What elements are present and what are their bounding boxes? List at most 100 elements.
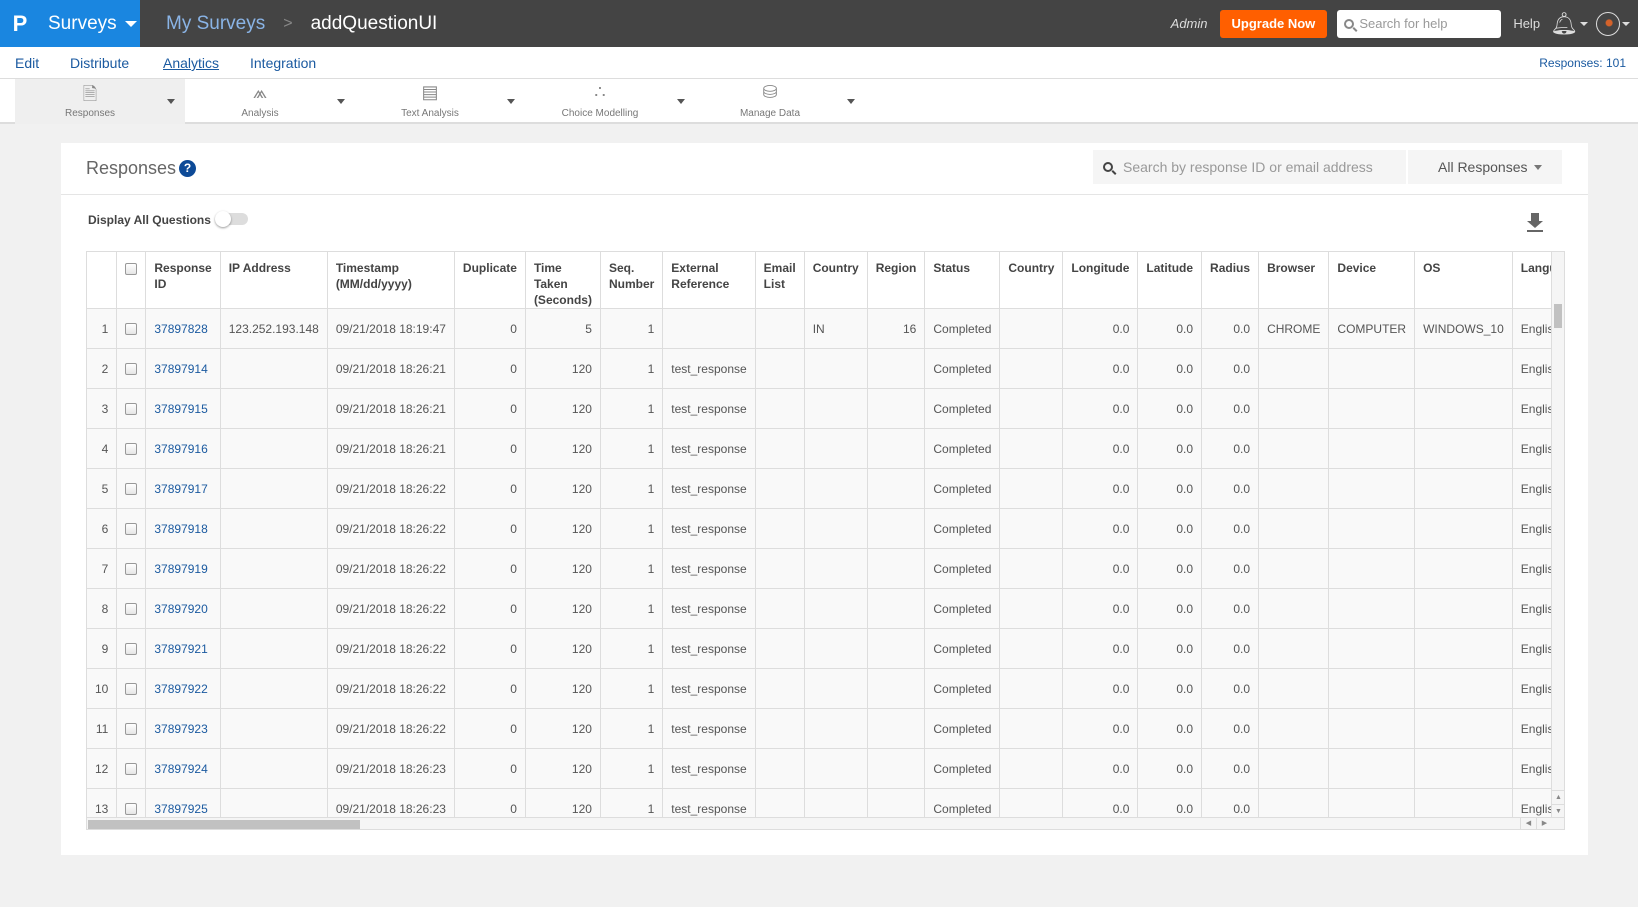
table-row[interactable]: 1 37897828 123.252.193.148 09/21/2018 18:19…: [87, 308, 1564, 349]
column-header[interactable]: Timestamp (MM/dd/yyyy): [327, 252, 455, 309]
column-header[interactable]: Seq. Number: [600, 252, 664, 309]
tab-edit[interactable]: Edit: [15, 55, 39, 71]
row-checkbox[interactable]: [125, 403, 138, 416]
profile-caret-icon[interactable]: [1622, 21, 1630, 26]
column-header[interactable]: Country: [804, 252, 868, 309]
row-checkbox-cell[interactable]: [116, 708, 147, 749]
row-checkbox[interactable]: [125, 763, 138, 776]
response-id-link[interactable]: 37897924: [145, 748, 221, 789]
column-header[interactable]: Country: [999, 252, 1064, 309]
row-checkbox-cell[interactable]: [116, 508, 147, 549]
response-filter-select[interactable]: All Responses: [1408, 150, 1562, 184]
caret-down-icon[interactable]: [677, 99, 685, 104]
table-row[interactable]: 6 37897918 09/21/2018 18:26:22 0 120 1 test_re…: [87, 508, 1564, 549]
upgrade-now-button[interactable]: Upgrade Now: [1219, 9, 1328, 38]
table-row[interactable]: 12 37897924 09/21/2018 18:26:23 0 120 1 test_r…: [87, 748, 1564, 789]
row-checkbox-cell[interactable]: [116, 748, 147, 789]
column-header[interactable]: Response ID: [145, 252, 221, 309]
column-header[interactable]: [87, 252, 118, 309]
column-header[interactable]: Status: [924, 252, 1001, 309]
caret-down-icon[interactable]: [847, 99, 855, 104]
toolbar-choice-modelling[interactable]: ∴ Choice Modelling: [525, 79, 695, 124]
row-checkbox-cell[interactable]: [116, 308, 147, 349]
caret-down-icon[interactable]: [337, 99, 345, 104]
display-all-questions-toggle[interactable]: [215, 211, 248, 227]
caret-down-icon[interactable]: [507, 99, 515, 104]
scroll-up-icon[interactable]: ▲: [1552, 790, 1564, 804]
column-header[interactable]: Email List: [755, 252, 805, 309]
row-checkbox[interactable]: [125, 483, 138, 496]
response-id-link[interactable]: 37897917: [145, 468, 221, 509]
response-id-link[interactable]: 37897916: [145, 428, 221, 469]
column-header[interactable]: Radius: [1201, 252, 1260, 309]
response-search-input[interactable]: Search by response ID or email address: [1093, 150, 1406, 184]
row-checkbox-cell[interactable]: [116, 428, 147, 469]
help-question-icon[interactable]: ?: [179, 160, 196, 177]
table-row[interactable]: 2 37897914 09/21/2018 18:26:21 0 120 1 test_re…: [87, 348, 1564, 389]
row-checkbox[interactable]: [125, 603, 138, 616]
tab-analytics[interactable]: Analytics: [163, 55, 219, 71]
response-id-link[interactable]: 37897915: [145, 388, 221, 429]
select-all-checkbox-cell[interactable]: [116, 252, 147, 309]
bell-icon[interactable]: 🔔︎: [1550, 11, 1578, 37]
toolbar-analysis[interactable]: ⩕ Analysis: [185, 79, 355, 124]
row-checkbox-cell[interactable]: [116, 348, 147, 389]
response-id-link[interactable]: 37897923: [145, 708, 221, 749]
row-checkbox[interactable]: [125, 563, 138, 576]
notifications-caret-icon[interactable]: [1580, 21, 1588, 26]
row-checkbox-cell[interactable]: [116, 628, 147, 669]
scroll-left-icon[interactable]: ◀: [1520, 818, 1536, 829]
response-id-link[interactable]: 37897914: [145, 348, 221, 389]
download-icon[interactable]: [1527, 213, 1543, 233]
table-row[interactable]: 10 37897922 09/21/2018 18:26:22 0 120 1 test_r…: [87, 668, 1564, 709]
select-all-checkbox[interactable]: [125, 262, 138, 275]
row-checkbox[interactable]: [125, 323, 138, 336]
row-checkbox-cell[interactable]: [116, 388, 147, 429]
row-checkbox[interactable]: [125, 523, 138, 536]
column-header[interactable]: OS: [1414, 252, 1513, 309]
table-row[interactable]: 9 37897921 09/21/2018 18:26:22 0 120 1 test_re…: [87, 628, 1564, 669]
vertical-scrollbar[interactable]: ▲ ▼: [1551, 252, 1564, 818]
column-header[interactable]: External Reference: [662, 252, 756, 309]
row-checkbox-cell[interactable]: [116, 548, 147, 589]
response-id-link[interactable]: 37897920: [145, 588, 221, 629]
horizontal-scrollbar[interactable]: ◀ ▶: [87, 817, 1564, 829]
scroll-down-icon[interactable]: ▼: [1552, 804, 1564, 818]
row-checkbox[interactable]: [125, 363, 138, 376]
column-header[interactable]: Browser: [1258, 252, 1330, 309]
column-header[interactable]: Device: [1328, 252, 1416, 309]
row-checkbox[interactable]: [125, 803, 138, 816]
row-checkbox-cell[interactable]: [116, 468, 147, 509]
scroll-right-icon[interactable]: ▶: [1536, 818, 1552, 829]
app-name[interactable]: Surveys: [48, 13, 117, 35]
horizontal-scroll-thumb[interactable]: [88, 820, 360, 829]
row-checkbox-cell[interactable]: [116, 588, 147, 629]
row-checkbox[interactable]: [125, 683, 138, 696]
table-row[interactable]: 8 37897920 09/21/2018 18:26:22 0 120 1 test_re…: [87, 588, 1564, 629]
response-id-link[interactable]: 37897918: [145, 508, 221, 549]
column-header[interactable]: Duplicate: [454, 252, 526, 309]
column-header[interactable]: Region: [867, 252, 926, 309]
row-checkbox[interactable]: [125, 443, 138, 456]
help-link[interactable]: Help: [1513, 16, 1540, 31]
toolbar-responses[interactable]: 🗎︎ Responses: [15, 79, 185, 124]
column-header[interactable]: Longitude: [1062, 252, 1139, 309]
app-switcher[interactable]: P Surveys: [0, 0, 140, 47]
table-row[interactable]: 11 37897923 09/21/2018 18:26:22 0 120 1 test_r…: [87, 708, 1564, 749]
help-search-input[interactable]: Search for help: [1337, 9, 1502, 38]
caret-down-icon[interactable]: [167, 99, 175, 104]
toolbar-manage-data[interactable]: ⛁ Manage Data: [695, 79, 865, 124]
response-id-link[interactable]: 37897828: [145, 308, 221, 349]
tab-distribute[interactable]: Distribute: [70, 55, 129, 71]
vertical-scroll-thumb[interactable]: [1554, 304, 1562, 328]
table-row[interactable]: 3 37897915 09/21/2018 18:26:21 0 120 1 test_re…: [87, 388, 1564, 429]
response-id-link[interactable]: 37897921: [145, 628, 221, 669]
column-header[interactable]: Time Taken (Seconds): [525, 252, 601, 309]
table-row[interactable]: 5 37897917 09/21/2018 18:26:22 0 120 1 test_re…: [87, 468, 1564, 509]
caret-down-icon[interactable]: [124, 20, 137, 27]
row-checkbox-cell[interactable]: [116, 668, 147, 709]
row-checkbox[interactable]: [125, 723, 138, 736]
row-checkbox[interactable]: [125, 643, 138, 656]
toolbar-text-analysis[interactable]: ▤ Text Analysis: [355, 79, 525, 124]
tab-integration[interactable]: Integration: [250, 55, 316, 71]
